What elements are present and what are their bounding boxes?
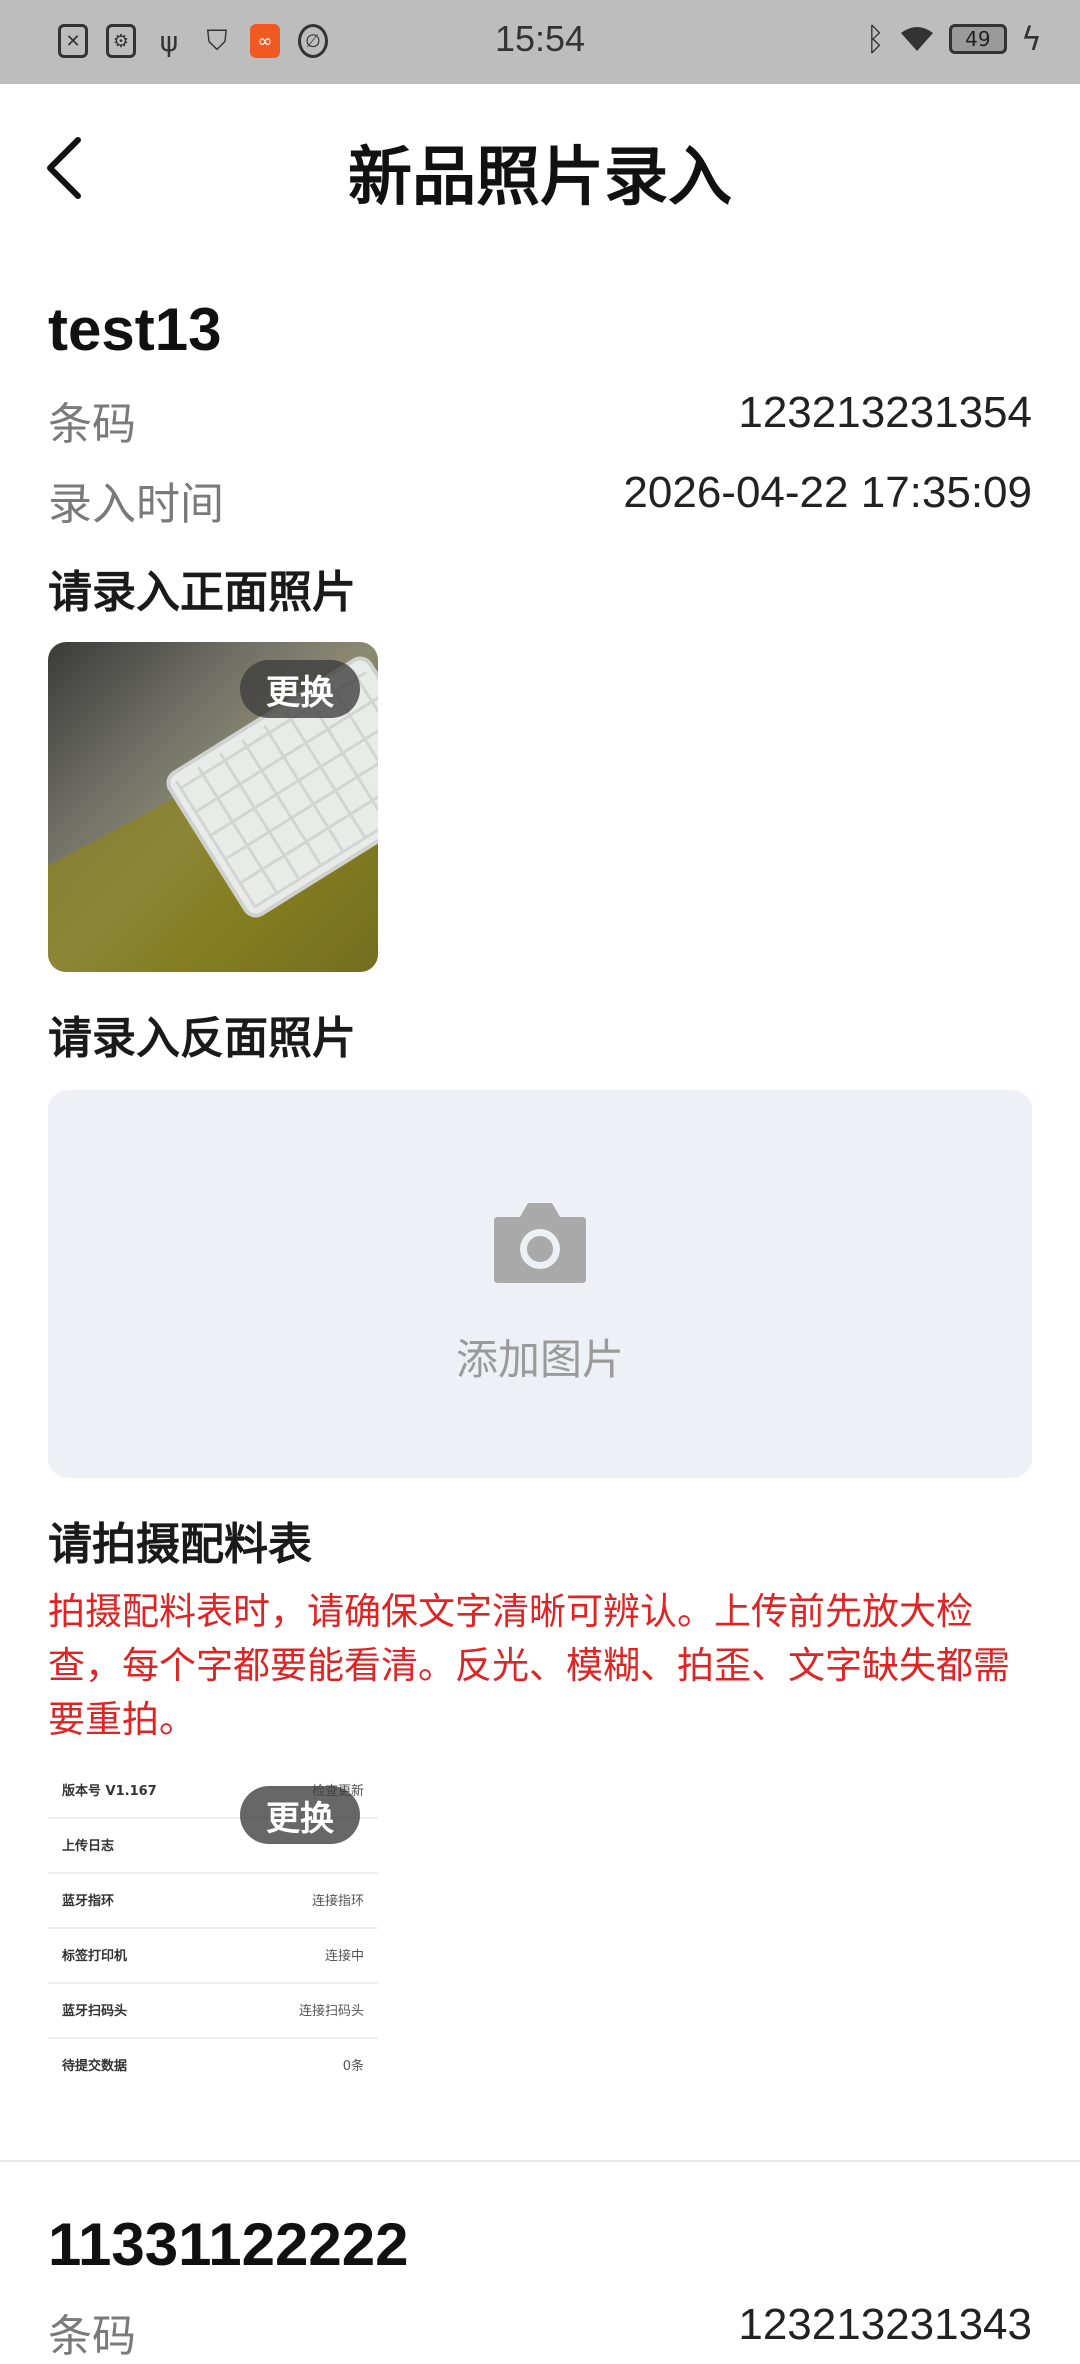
- bom-photo-replace-button[interactable]: 更换: [240, 1786, 360, 1844]
- status-bar: ✕ ⚙ ψ ⛉ ∞ ∅ 15:54 ᛒ 49 ϟ: [0, 0, 1080, 84]
- barcode-label: 条码: [48, 399, 136, 450]
- front-photo[interactable]: 更换: [48, 642, 378, 972]
- bom-title: 请拍摄配料表: [48, 1519, 312, 1570]
- bom-preview-row: 蓝牙扫码头 连接扫码头: [48, 1982, 378, 2039]
- bom-preview-label: 上传日志: [62, 1839, 115, 1854]
- product-name: 11331122222: [48, 2211, 409, 2278]
- barcode-label: 条码: [48, 2311, 136, 2362]
- bom-preview-label: 待提交数据: [62, 2059, 128, 2074]
- charging-icon: ϟ: [1020, 20, 1042, 58]
- camera-icon: [494, 1203, 586, 1283]
- battery-level: 49: [965, 27, 991, 51]
- page-title: 新品照片录入: [348, 141, 732, 215]
- barcode-value: 123213231343: [738, 2300, 1032, 2349]
- barcode-value: 123213231354: [738, 388, 1032, 437]
- front-photo-title: 请录入正面照片: [48, 567, 356, 618]
- bom-preview-label: 蓝牙扫码头: [62, 2004, 128, 2019]
- add-back-photo-button[interactable]: 添加图片: [48, 1090, 1032, 1478]
- battery-icon: 49: [948, 24, 1007, 54]
- bluetooth-icon: ᛒ: [865, 20, 885, 58]
- bom-photo[interactable]: 版本号 V1.167 检查更新 上传日志 蓝牙指环 连接指环 标签打印机 连接中…: [48, 1762, 378, 2092]
- add-photo-label: 添加图片: [455, 1335, 624, 1384]
- entry-time-label: 录入时间: [48, 479, 224, 530]
- product-name: test13: [48, 296, 222, 363]
- status-right: ᛒ 49 ϟ: [866, 20, 1042, 58]
- entry-time-value: 2026-04-22 17:35:09: [623, 468, 1032, 517]
- bom-preview-label: 版本号 V1.167: [62, 1784, 157, 1799]
- back-photo-title: 请录入反面照片: [48, 1013, 356, 1064]
- entry-time-row: 录入时间 2026-04-22 17:35:09: [48, 468, 1032, 530]
- bom-preview-row: 蓝牙指环 连接指环: [48, 1872, 378, 1929]
- bom-preview-row: 标签打印机 连接中: [48, 1927, 378, 1984]
- product-divider: [0, 2160, 1080, 2162]
- barcode-row: 条码 123213231343: [48, 2300, 1032, 2362]
- bom-warning-text: 拍摄配料表时，请确保文字清晰可辨认。上传前先放大检查，每个字都要能看清。反光、模…: [48, 1590, 1010, 1741]
- bom-preview-label: 标签打印机: [62, 1949, 128, 1964]
- bom-preview-value: 连接扫码头: [298, 2004, 364, 2019]
- page-header: 新品照片录入: [0, 84, 1080, 254]
- bom-preview-row: 待提交数据 0条: [48, 2037, 378, 2092]
- wifi-icon: [900, 27, 933, 51]
- bom-preview-value: 0条: [342, 2059, 364, 2074]
- front-photo-replace-button[interactable]: 更换: [240, 660, 360, 718]
- barcode-row: 条码 123213231354: [48, 388, 1032, 450]
- bom-preview-value: 连接指环: [311, 1894, 364, 1909]
- bom-preview-value: 连接中: [324, 1949, 364, 1964]
- bom-preview-label: 蓝牙指环: [62, 1894, 115, 1909]
